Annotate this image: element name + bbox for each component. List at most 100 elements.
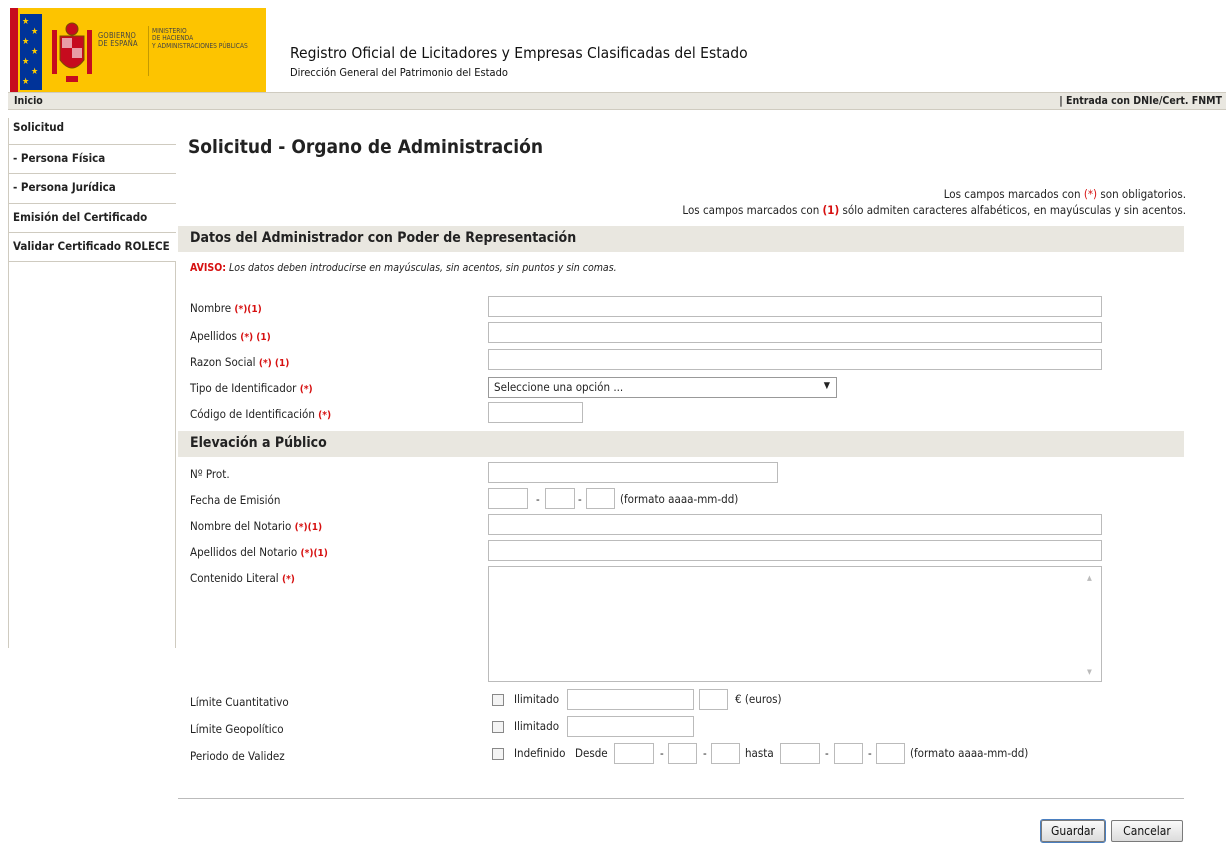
ministerio-logo-text: MINISTERIO DE HACIENDA Y ADMINISTRACIONE… [152, 27, 248, 50]
aviso-label: AVISO: [190, 262, 227, 274]
required-mark: (*)(1) [300, 548, 328, 559]
required-mark: (*) (1) [240, 332, 271, 343]
required-mark: (*) [318, 410, 332, 421]
date-separator: - [868, 746, 872, 760]
note1-text-end: son obligatorios. [1097, 187, 1186, 201]
hasta-month-input[interactable] [834, 743, 863, 764]
note1-text: Los campos marcados con [943, 187, 1084, 201]
gobierno-line-2: DE ESPAÑA [98, 39, 138, 48]
desde-month-input[interactable] [668, 743, 697, 764]
date-format-hint: (formato aaaa-mm-dd) [910, 746, 1029, 760]
limite-cuantitativo-decimal-input[interactable] [699, 689, 728, 710]
currency-label: € (euros) [735, 692, 782, 706]
label-text: Nombre [190, 301, 235, 315]
label-text: Nombre del Notario [190, 519, 295, 533]
tipo-identificador-select[interactable]: Seleccione una opción ... ▼ [488, 377, 837, 398]
ministerio-line-3: Y ADMINISTRACIONES PÚBLICAS [152, 41, 248, 50]
codigo-identificacion-label: Código de Identificación (*) [190, 407, 331, 421]
limite-geopolitico-label: Límite Geopolítico [190, 722, 284, 736]
label-text: Apellidos [190, 329, 241, 343]
limite-geopolitico-checkbox[interactable] [492, 721, 504, 733]
ilimitado-label: Ilimitado [514, 719, 560, 733]
desde-year-input[interactable] [614, 743, 654, 764]
aviso-warning: AVISO: Los datos deben introducirse en m… [190, 262, 617, 274]
flag-stripe-red [10, 8, 18, 92]
limite-geopolitico-input[interactable] [567, 716, 694, 737]
apellidos-notario-label: Apellidos del Notario (*)(1) [190, 545, 328, 559]
hasta-year-input[interactable] [780, 743, 820, 764]
coat-of-arms-icon [52, 22, 92, 82]
section-title: Datos del Administrador con Poder de Rep… [190, 230, 577, 246]
periodo-validez-checkbox[interactable] [492, 748, 504, 760]
gobierno-logo-text: GOBIERNO DE ESPAÑA [98, 32, 138, 48]
required-fields-note: Los campos marcados con (*) son obligato… [944, 187, 1186, 201]
date-separator: - [825, 746, 829, 760]
label-text: Código de Identificación [190, 407, 319, 421]
top-nav-bar: Inicio | Entrada con DNIe/Cert. FNMT [8, 92, 1226, 110]
razon-social-input[interactable] [488, 349, 1102, 370]
tipo-identificador-label: Tipo de Identificador (*) [190, 381, 313, 395]
required-mark: (*) [281, 574, 295, 585]
sidebar-item-emision-certificado[interactable]: Emisión del Certificado [9, 204, 176, 233]
codigo-identificacion-input[interactable] [488, 402, 583, 423]
contenido-literal-label: Contenido Literal (*) [190, 571, 295, 585]
n-prot-input[interactable] [488, 462, 778, 483]
apellidos-notario-input[interactable] [488, 540, 1102, 561]
nombre-notario-input[interactable] [488, 514, 1102, 535]
sidebar-item-persona-juridica[interactable]: - Persona Jurídica [9, 174, 176, 204]
contenido-literal-textarea[interactable] [488, 566, 1102, 682]
nombre-label: Nombre (*)(1) [190, 301, 262, 315]
guardar-button[interactable]: Guardar [1040, 819, 1106, 843]
fecha-emision-day-input[interactable] [586, 488, 615, 509]
limite-cuantitativo-input[interactable] [567, 689, 694, 710]
scroll-down-arrow-icon[interactable]: ▼ [1087, 668, 1222, 676]
label-text: Tipo de Identificador [190, 381, 300, 395]
scroll-up-arrow-icon[interactable]: ▲ [1087, 574, 1222, 582]
label-text: Razon Social [190, 355, 259, 369]
razon-social-label: Razon Social (*) (1) [190, 355, 289, 369]
label-text: Apellidos del Notario [190, 545, 301, 559]
desde-label: Desde [575, 746, 608, 760]
fecha-emision-year-input[interactable] [488, 488, 528, 509]
required-mark: (*) (1) [258, 358, 290, 369]
sidebar-item-solicitud[interactable]: Solicitud [9, 118, 176, 145]
nombre-input[interactable] [488, 296, 1102, 317]
hasta-label: hasta [745, 746, 774, 760]
required-mark: (*) [299, 384, 313, 395]
limite-cuantitativo-label: Límite Cuantitativo [190, 695, 289, 709]
aviso-text: Los datos deben introducirse en mayúscul… [226, 262, 617, 274]
n-prot-label: Nº Prot. [190, 467, 230, 481]
nombre-notario-label: Nombre del Notario (*)(1) [190, 519, 322, 533]
apellidos-label: Apellidos (*) (1) [190, 329, 271, 343]
apellidos-input[interactable] [488, 322, 1102, 343]
hasta-day-input[interactable] [876, 743, 905, 764]
date-separator: - [536, 492, 540, 506]
sidebar: Solicitud - Persona Física - Persona Jur… [8, 118, 176, 648]
cancelar-button[interactable]: Cancelar [1111, 820, 1183, 842]
sidebar-item-persona-fisica[interactable]: - Persona Física [9, 145, 176, 174]
note2-text: Los campos marcados con [682, 203, 823, 217]
section-title: Elevación a Público [190, 435, 327, 451]
note2-mark: (1) [822, 203, 840, 217]
page-title: Solicitud - Organo de Administración [188, 136, 544, 158]
chevron-down-icon: ▼ [823, 381, 830, 391]
label-text: Contenido Literal [190, 571, 282, 585]
fecha-emision-label: Fecha de Emisión [190, 493, 281, 507]
site-title: Registro Oficial de Licitadores y Empres… [290, 44, 748, 62]
sidebar-item-validar-certificado[interactable]: Validar Certificado ROLECE [9, 233, 176, 262]
periodo-validez-label: Periodo de Validez [190, 749, 285, 763]
desde-day-input[interactable] [711, 743, 740, 764]
selected-option: Seleccione una opción ... [494, 380, 624, 394]
fecha-emision-month-input[interactable] [545, 488, 575, 509]
indefinido-label: Indefinido [514, 746, 566, 760]
divider [178, 798, 1184, 799]
date-separator: - [703, 746, 707, 760]
date-format-hint: (formato aaaa-mm-dd) [620, 492, 739, 506]
note2-text-end: sólo admiten caracteres alfabéticos, en … [839, 203, 1186, 217]
limite-cuantitativo-checkbox[interactable] [492, 694, 504, 706]
alphabetic-fields-note: Los campos marcados con (1) sólo admiten… [682, 203, 1186, 217]
nav-inicio-link[interactable]: Inicio [14, 95, 43, 107]
nav-entrada-dnie-link[interactable]: | Entrada con DNIe/Cert. FNMT [1059, 95, 1222, 107]
section-datos-administrador: Datos del Administrador con Poder de Rep… [178, 226, 1184, 252]
ilimitado-label: Ilimitado [514, 692, 560, 706]
